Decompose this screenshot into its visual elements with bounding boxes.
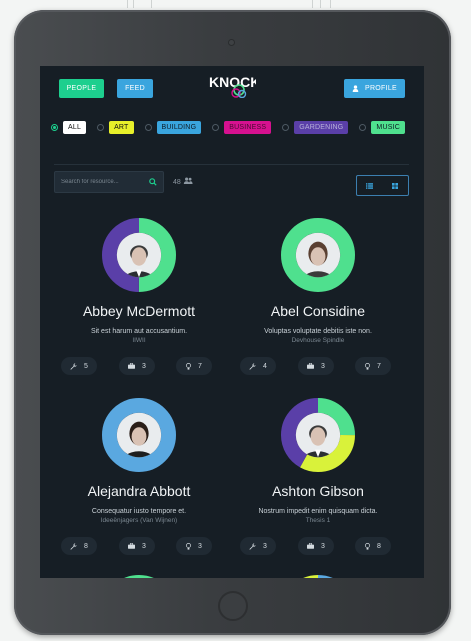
stat-pill-bag[interactable]: 3 (119, 357, 155, 375)
avatar[interactable] (281, 218, 355, 292)
avatar[interactable] (102, 398, 176, 472)
profile-button[interactable]: PROFILE (344, 79, 405, 98)
avatar[interactable] (281, 575, 355, 578)
person-description: Voluptas voluptate debitis iste non. (264, 328, 372, 335)
stat-pill-ideas[interactable]: 8 (355, 537, 391, 555)
person-stats: 5 3 7 (54, 357, 224, 375)
app-screen: PEOPLE FEED KNOCK PROFILE ALL ART BUILDING… (40, 66, 424, 578)
users-icon (183, 177, 193, 184)
stat-value: 5 (84, 362, 88, 370)
stat-value: 3 (321, 542, 325, 550)
grid-icon (392, 182, 399, 189)
filter-tag-all[interactable]: ALL (63, 120, 87, 134)
stat-value: 3 (263, 542, 267, 550)
wrench-icon (249, 542, 256, 550)
filter-tag-art[interactable]: ART (109, 120, 134, 134)
person-name[interactable]: Ashton Gibson (233, 483, 403, 499)
list-icon (366, 182, 374, 189)
person-description: Consequatur iusto tempore et. (91, 508, 187, 515)
stat-value: 8 (377, 542, 381, 550)
profile-label: PROFILE (364, 85, 398, 92)
top-decor-lines (40, 0, 440, 8)
briefcase-icon (128, 363, 136, 369)
stat-value: 7 (377, 362, 381, 370)
filter-radio-gardening[interactable] (282, 123, 290, 131)
filter-radio-building[interactable] (144, 123, 152, 131)
filter-tag-business[interactable]: BUSINESS (224, 120, 272, 134)
stat-pill-bag[interactable]: 3 (298, 357, 334, 375)
stat-value: 8 (84, 542, 88, 550)
person-name[interactable]: Abbey McDermott (54, 303, 224, 319)
avatar[interactable] (281, 398, 355, 472)
person-stats: 4 3 7 (233, 357, 403, 375)
briefcase-icon (307, 543, 315, 549)
view-toggle (356, 175, 409, 196)
person-organization: Ideeënjagers (Van Wijnen) (100, 517, 178, 524)
person-description: Nostrum impedit enim quisquam dicta. (258, 508, 378, 515)
stat-value: 3 (142, 542, 146, 550)
person-organization: IIWII (132, 337, 146, 344)
camera-icon (228, 39, 235, 46)
stat-value: 3 (142, 362, 146, 370)
person-name[interactable]: Abel Considine (233, 303, 403, 319)
stat-pill-ideas[interactable]: 7 (176, 357, 212, 375)
filter-tag-building[interactable]: BUILDING (156, 120, 202, 134)
filter-tag-music[interactable]: MUSIC (371, 120, 405, 134)
lightbulb-icon (365, 362, 370, 370)
divider (54, 164, 409, 165)
stat-pill-bag[interactable]: 3 (119, 537, 155, 555)
stat-pill-tools[interactable]: 5 (61, 357, 97, 375)
wrench-icon (70, 362, 77, 370)
search-box (54, 171, 164, 193)
logo-text: KNOCK (209, 74, 256, 90)
results-count: 48 (173, 177, 193, 186)
avatar[interactable] (102, 218, 176, 292)
person-stats: 8 3 3 (54, 537, 224, 555)
wrench-icon (249, 362, 256, 370)
user-icon (352, 85, 359, 92)
stat-value: 4 (263, 362, 267, 370)
briefcase-icon (128, 543, 136, 549)
person-description: Sit est harum aut accusantium. (90, 328, 188, 335)
stat-value: 3 (321, 362, 325, 370)
stat-pill-ideas[interactable]: 7 (355, 357, 391, 375)
person-organization: Devhouse Spindle (291, 337, 345, 344)
stat-value: 7 (198, 362, 202, 370)
briefcase-icon (307, 363, 315, 369)
search-icon[interactable] (149, 178, 157, 186)
stat-pill-tools[interactable]: 8 (61, 537, 97, 555)
knock-logo[interactable]: KNOCK (208, 72, 256, 98)
list-view-button[interactable] (357, 176, 383, 195)
category-filters: ALL ART BUILDING BUSINESS GARDENING MUSIC (51, 119, 416, 135)
search-input[interactable] (61, 179, 149, 185)
person-organization: Thesis 1 (305, 517, 331, 524)
people-button[interactable]: PEOPLE (59, 79, 104, 98)
filter-radio-art[interactable] (97, 123, 105, 131)
stat-pill-tools[interactable]: 4 (240, 357, 276, 375)
stat-pill-ideas[interactable]: 3 (176, 537, 212, 555)
feed-button[interactable]: FEED (117, 79, 153, 98)
stat-value: 3 (198, 542, 202, 550)
lightbulb-icon (365, 542, 370, 550)
filter-radio-all[interactable] (51, 123, 58, 131)
stat-pill-bag[interactable]: 3 (298, 537, 334, 555)
results-count-value: 48 (173, 179, 181, 186)
lightbulb-icon (186, 542, 191, 550)
person-name[interactable]: Alejandra Abbott (54, 483, 224, 499)
person-stats: 3 3 8 (233, 537, 403, 555)
home-button[interactable] (218, 591, 248, 621)
filter-radio-music[interactable] (359, 123, 367, 131)
filter-tag-gardening[interactable]: GARDENING (294, 120, 349, 134)
grid-view-button[interactable] (383, 176, 409, 195)
tablet-frame: PEOPLE FEED KNOCK PROFILE ALL ART BUILDING… (14, 10, 451, 635)
filter-radio-business[interactable] (212, 123, 220, 131)
lightbulb-icon (186, 362, 191, 370)
stat-pill-tools[interactable]: 3 (240, 537, 276, 555)
avatar[interactable] (102, 575, 176, 578)
wrench-icon (70, 542, 77, 550)
